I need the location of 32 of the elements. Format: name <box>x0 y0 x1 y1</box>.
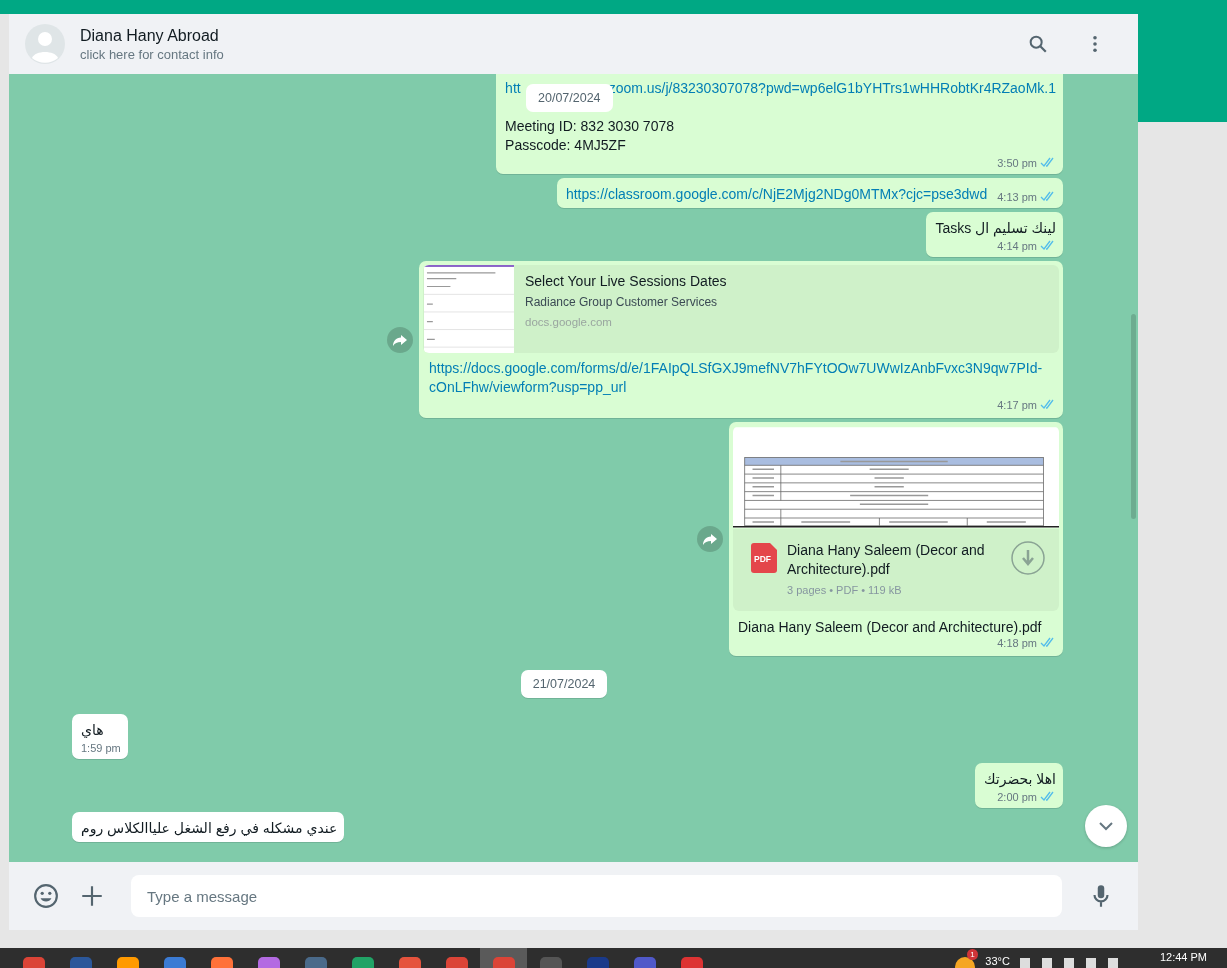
message-time: 2:00 pm <box>997 790 1037 803</box>
message-text: Meeting ID: 832 3030 7078 <box>505 118 674 134</box>
notification-badge: 1 <box>967 949 978 960</box>
message-link[interactable]: htt <box>505 80 521 96</box>
message-link[interactable]: https://docs.google.com/forms/d/e/1FAIpQLSfGXJ9mefNV7hFYtOOw7UWwIzAnbFvxc3N9qw7PId-cOnLFhw/viewform?usp=pp_url <box>423 353 1059 397</box>
message-time: 4:17 pm <box>997 398 1037 411</box>
message-time: 1:59 pm <box>81 741 121 754</box>
message-link[interactable]: https://classroom.google.com/c/NjE2Mjg2NDg0MTMx?cjc=pse3dwd <box>565 186 988 202</box>
message-text: عندي مشكله في رفع الشغل علياالكلاس روم <box>81 820 338 836</box>
file-name: Diana Hany Saleem (Decor and Architecture).pdf <box>787 541 986 579</box>
message-text: هاي <box>81 722 104 738</box>
message-text: اهلا بحضرتك <box>984 771 1056 787</box>
message-time: 4:14 pm <box>997 239 1037 252</box>
message-input[interactable]: Type a message <box>131 875 1062 917</box>
message-time: 3:50 pm <box>997 156 1037 169</box>
message-time: 4:18 pm <box>997 636 1037 649</box>
message-text: لينك تسليم ال Tasks <box>935 220 1056 236</box>
date-chip: 21/07/2024 <box>520 670 608 698</box>
file-details: 3 pages • PDF • 119 kB <box>787 584 903 596</box>
contact-info-hint[interactable]: click here for contact info <box>80 46 996 62</box>
preview-title: Select Your Live Sessions Dates <box>525 273 727 289</box>
preview-domain: docs.google.com <box>525 316 613 328</box>
message-time: 4:13 pm <box>997 190 1037 203</box>
temperature-text: 33°C <box>985 955 1010 967</box>
file-attachment[interactable]: PDF Diana Hany Saleem (Decor and Architecture).pdf 3 pages • PDF • 119 kB <box>733 529 1059 611</box>
link-preview-card[interactable]: Select Your Live Sessions Dates Radiance Group Customer Services docs.google.com <box>423 265 1059 353</box>
file-type-label: PDF <box>754 554 771 564</box>
message-text: Passcode: 4MJ5ZF <box>505 137 626 153</box>
message-text: Diana Hany Saleem (Decor and Architecture).pdf <box>737 618 1043 635</box>
contact-name[interactable]: Diana Hany Abroad <box>80 26 996 45</box>
preview-description: Radiance Group Customer Services <box>525 295 719 309</box>
clock-text: 12:44 PM <box>1159 951 1207 963</box>
